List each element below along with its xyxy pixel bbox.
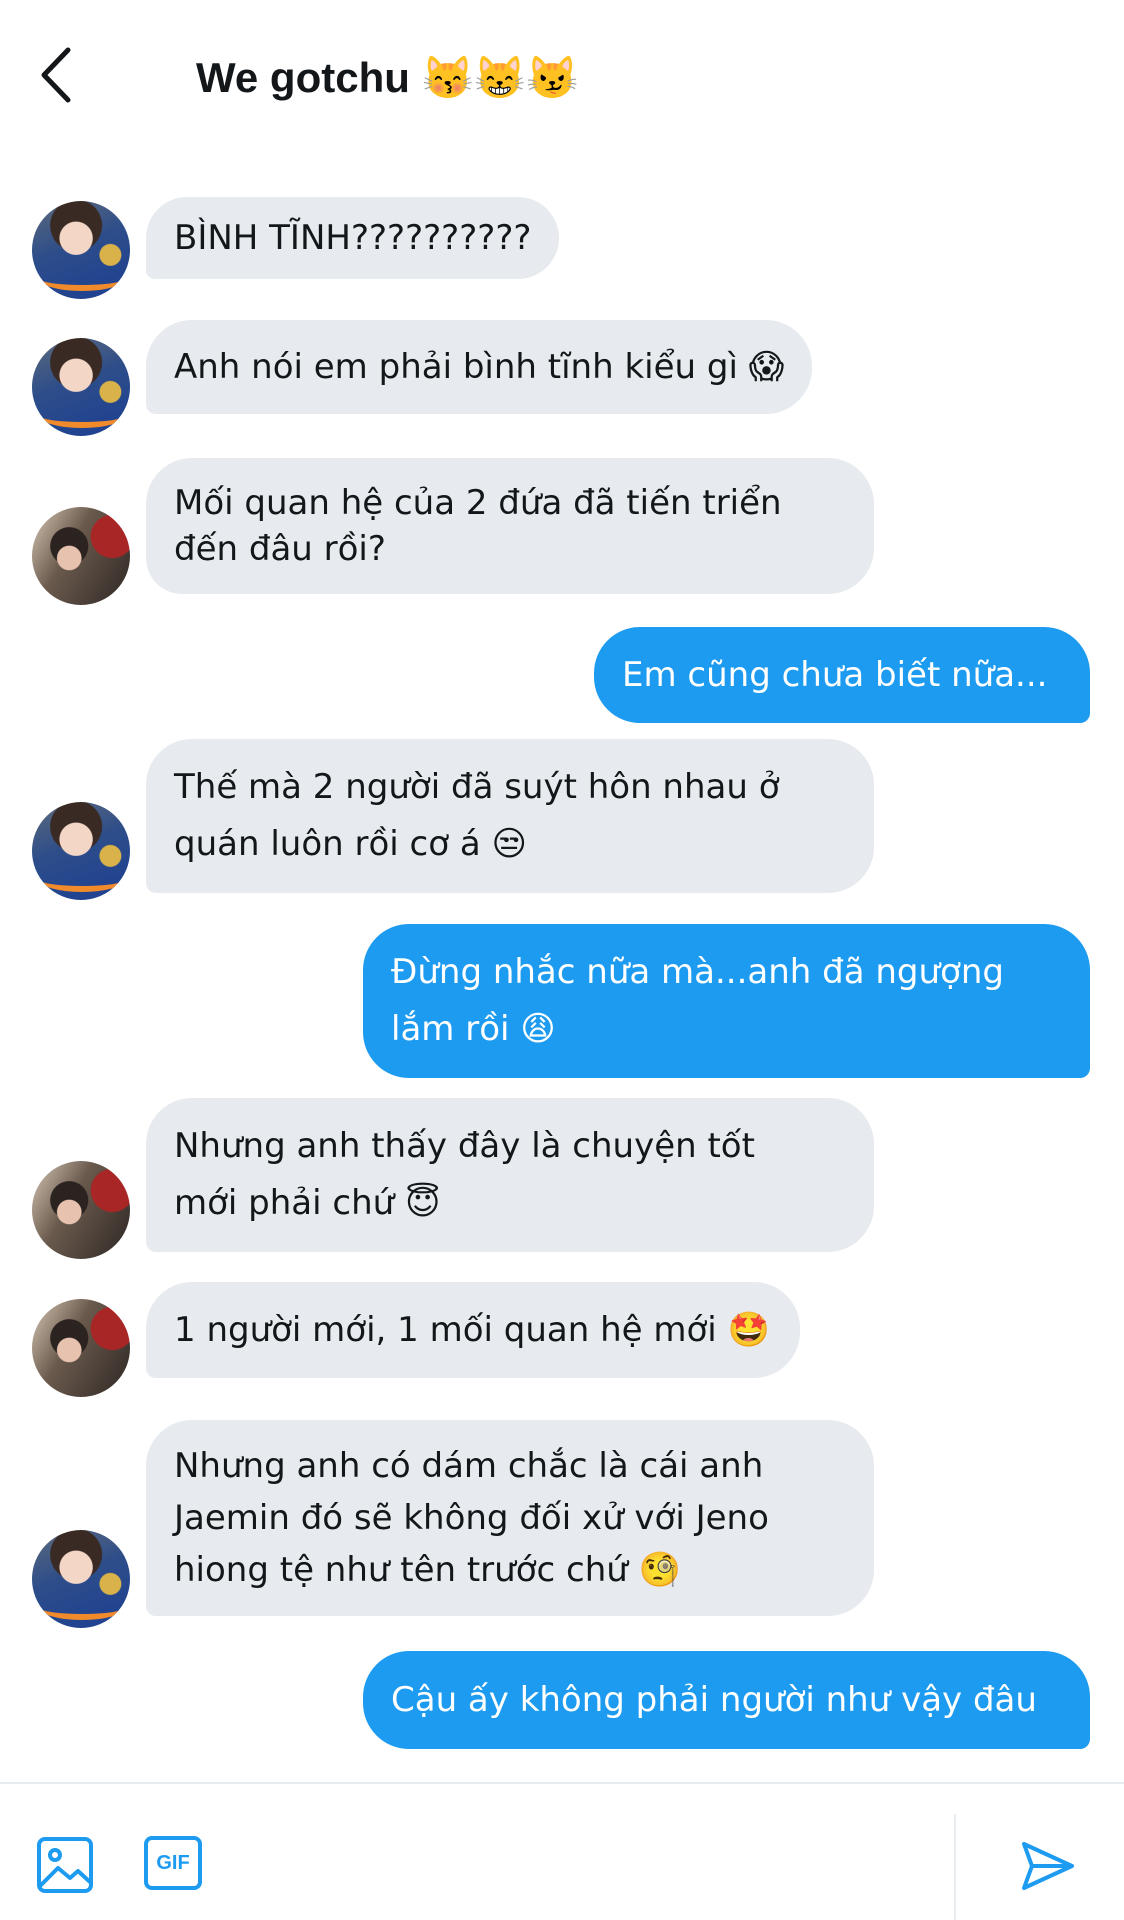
- message-bubble-incoming[interactable]: Nhưng anh thấy đây là chuyện tốt mới phả…: [146, 1098, 874, 1252]
- add-gif-button[interactable]: GIF: [144, 1836, 202, 1894]
- message-text-line: 1 người mới, 1 mối quan hệ mới 🤩: [174, 1310, 770, 1350]
- message-text-line: Đừng nhắc nữa mà...anh đã ngượng: [391, 952, 1004, 992]
- avatar[interactable]: [32, 1161, 130, 1259]
- message-composer: GIF: [0, 1782, 1124, 1920]
- message-text-line: lắm rồi 😩: [391, 1009, 556, 1049]
- message-text-line: mới phải chứ 😇: [174, 1183, 441, 1223]
- composer-divider: [954, 1814, 956, 1920]
- message-text-line: đến đâu rồi?: [174, 529, 386, 569]
- message-text-line: BÌNH TĨNH??????????: [174, 218, 532, 258]
- conversation-title: We gotchu 😽😸😼: [196, 54, 579, 101]
- message-text-line: Mối quan hệ của 2 đứa đã tiến triển: [174, 483, 782, 523]
- message-text-line: Jaemin đó sẽ không đối xử với Jeno: [174, 1498, 769, 1538]
- avatar[interactable]: [32, 338, 130, 436]
- message-bubble-incoming[interactable]: Anh nói em phải bình tĩnh kiểu gì 😱: [146, 320, 813, 414]
- message-bubble-outgoing[interactable]: Cậu ấy không phải người như vậy đâu: [363, 1651, 1090, 1749]
- message-bubble-outgoing[interactable]: Đừng nhắc nữa mà...anh đã ngượng lắm rồi…: [363, 924, 1090, 1078]
- message-text-line: quán luôn rồi cơ á 😒: [174, 824, 527, 864]
- avatar[interactable]: [32, 802, 130, 900]
- message-bubble-incoming[interactable]: Thế mà 2 người đã suýt hôn nhau ở quán l…: [146, 739, 874, 893]
- avatar[interactable]: [32, 1299, 130, 1397]
- gif-icon: GIF: [144, 1836, 202, 1890]
- message-text-line: Anh nói em phải bình tĩnh kiểu gì 😱: [174, 347, 785, 387]
- conversation-header: We gotchu 😽😸😼: [0, 0, 1124, 150]
- message-bubble-incoming[interactable]: BÌNH TĨNH??????????: [146, 197, 560, 279]
- message-bubble-outgoing[interactable]: Em cũng chưa biết nữa...: [594, 627, 1090, 723]
- message-bubble-incoming[interactable]: Nhưng anh có dám chắc là cái anh Jaemin …: [146, 1420, 874, 1616]
- back-button[interactable]: [34, 40, 94, 110]
- avatar[interactable]: [32, 201, 130, 299]
- send-button[interactable]: [1018, 1836, 1078, 1896]
- avatar[interactable]: [32, 1530, 130, 1628]
- dm-conversation-screen: We gotchu 😽😸😼 BÌNH TĨNH?????????? Anh nó…: [0, 0, 1124, 1920]
- add-image-button[interactable]: [36, 1836, 94, 1894]
- back-arrow-icon: [41, 47, 71, 103]
- send-icon: [1022, 1842, 1074, 1890]
- message-text-line: Thế mà 2 người đã suýt hôn nhau ở: [174, 767, 780, 807]
- image-icon: [37, 1837, 93, 1893]
- message-text-line: Nhưng anh có dám chắc là cái anh: [174, 1446, 764, 1486]
- message-text-line: Em cũng chưa biết nữa...: [622, 655, 1048, 695]
- message-bubble-incoming[interactable]: 1 người mới, 1 mối quan hệ mới 🤩: [146, 1282, 800, 1378]
- message-text-line: hiong tệ như tên trước chứ 🧐: [174, 1550, 681, 1590]
- avatar[interactable]: [32, 507, 130, 605]
- message-text-line: Cậu ấy không phải người như vậy đâu: [391, 1680, 1037, 1720]
- message-text-line: Nhưng anh thấy đây là chuyện tốt: [174, 1126, 755, 1166]
- message-bubble-incoming[interactable]: Mối quan hệ của 2 đứa đã tiến triển đến …: [146, 458, 874, 594]
